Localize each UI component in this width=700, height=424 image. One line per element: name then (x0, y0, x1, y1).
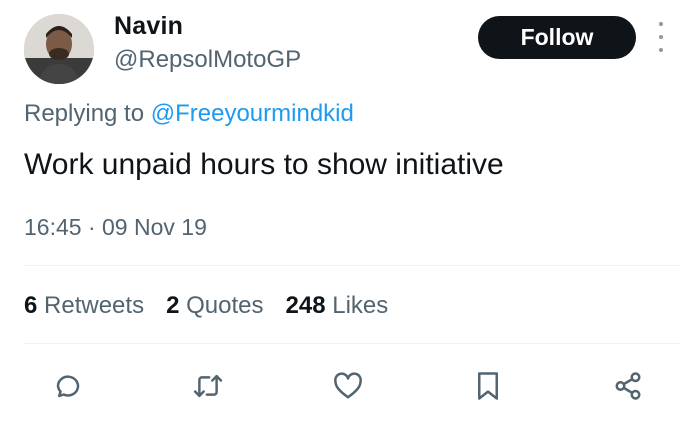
quotes-stat[interactable]: 2 Quotes (166, 292, 263, 320)
retweets-stat[interactable]: 6 Retweets (24, 292, 144, 320)
avatar[interactable] (24, 14, 94, 84)
reply-icon[interactable] (52, 370, 84, 402)
replying-to-line: Replying to @Freeyourmindkid (24, 100, 354, 128)
action-bar (0, 360, 700, 410)
retweet-icon[interactable] (192, 370, 224, 402)
author-name[interactable]: Navin (114, 12, 183, 41)
follow-button[interactable]: Follow (478, 16, 636, 59)
retweets-count: 6 (24, 292, 38, 319)
replying-prefix: Replying to (24, 100, 145, 127)
tweet-timestamp[interactable]: 16:45 · 09 Nov 19 (24, 214, 207, 241)
likes-count: 248 (285, 292, 326, 319)
tweet-time: 16:45 (24, 214, 82, 240)
bookmark-icon[interactable] (472, 370, 504, 402)
divider (24, 265, 680, 266)
divider (24, 343, 680, 344)
engagement-stats: 6 Retweets 2 Quotes 248 Likes (24, 292, 388, 320)
tweet-text: Work unpaid hours to show initiative (24, 148, 504, 181)
replying-to-mention[interactable]: @Freeyourmindkid (151, 100, 354, 127)
retweets-label: Retweets (44, 292, 145, 319)
share-icon[interactable] (612, 370, 644, 402)
like-icon[interactable] (332, 370, 364, 402)
quotes-count: 2 (166, 292, 180, 319)
tweet-date: 09 Nov 19 (102, 214, 207, 240)
quotes-label: Quotes (186, 292, 264, 319)
author-handle[interactable]: @RepsolMotoGP (114, 46, 301, 74)
meta-separator: · (87, 214, 96, 240)
likes-label: Likes (332, 292, 389, 319)
likes-stat[interactable]: 248 Likes (286, 292, 389, 320)
more-options-icon[interactable] (656, 22, 666, 52)
